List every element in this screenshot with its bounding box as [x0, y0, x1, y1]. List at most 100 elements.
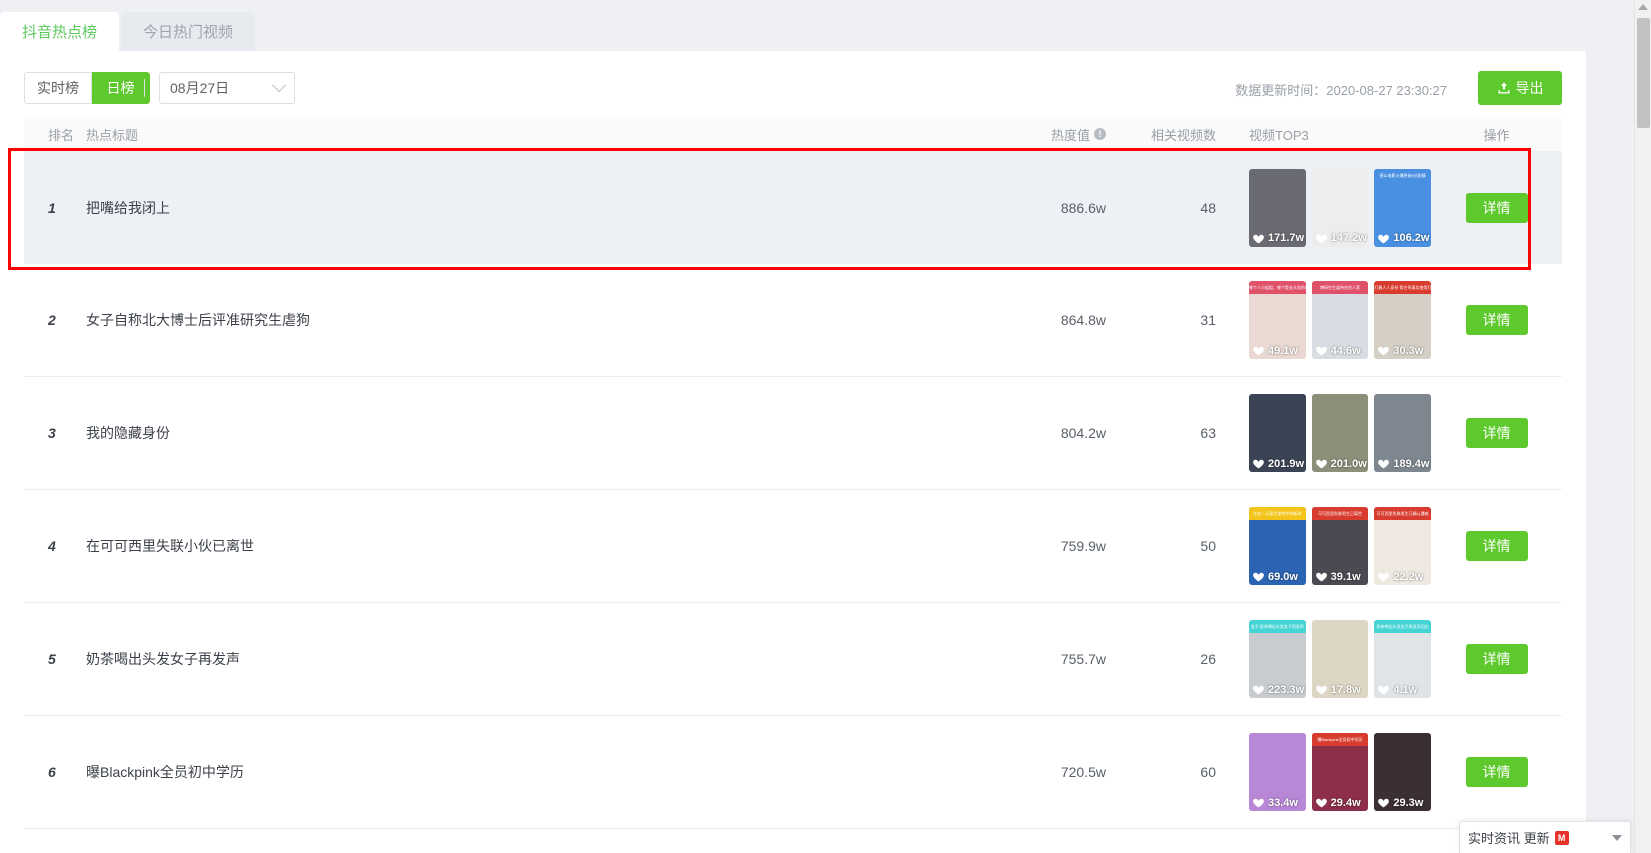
detail-button[interactable]: 详情 [1465, 644, 1528, 674]
heart-icon [1315, 346, 1327, 356]
video-thumbnail[interactable]: 201.9w [1249, 394, 1306, 472]
thumbnail-like-count: 44.6w [1312, 344, 1369, 357]
thumbnail-like-count: 22.2w [1374, 570, 1431, 583]
row-title[interactable]: 女子自称北大博士后评准研究生虐狗 [86, 312, 310, 328]
vertical-scrollbar[interactable] [1634, 0, 1651, 853]
column-header-heat-label: 热度值 [1050, 127, 1090, 143]
detail-button[interactable]: 详情 [1465, 418, 1528, 448]
heart-icon [1378, 234, 1390, 243]
thumbnail-like-count: 33.4w [1249, 796, 1306, 809]
chevron-down-icon[interactable] [1612, 834, 1622, 841]
widget-badge: M [1554, 830, 1569, 845]
column-header-video-count: 相关视频数 [1150, 127, 1216, 143]
table-header: 排名 热点标题 热度值 ! 相关视频数 视频TOP3 操作 [24, 117, 1562, 151]
table-row[interactable]: 1 把嘴给我闭上 886.6w 48 171.7w 147.2w 甚么电影火爆原始5分剧情 1… [24, 151, 1562, 264]
video-thumbnail[interactable]: 17.8w [1311, 620, 1369, 698]
row-title[interactable]: 在可可西里失联小伙已离世 [86, 538, 254, 554]
video-thumbnail[interactable]: 可可西里失联男生已离世 39.1w [1311, 507, 1369, 585]
thumbnail-banner: 在在一天离生里的中到新闻 [1249, 507, 1306, 520]
video-thumbnail[interactable]: 189.4w [1374, 394, 1432, 472]
like-count-value: 17.8w [1330, 683, 1361, 696]
tab-today-videos[interactable]: 今日热门视频 [121, 12, 256, 51]
video-thumbnail[interactable]: 女子 奶茶喝出头发女子再发声 223.3w [1249, 620, 1306, 698]
thumbnail-like-count: 147.2w [1312, 232, 1369, 245]
video-thumbnail[interactable]: 可可西里失联男生已确认遇难 22.2w [1374, 507, 1432, 585]
thumbnail-like-count: 30.3w [1374, 344, 1431, 357]
video-thumbnail[interactable]: 147.2w [1311, 168, 1369, 247]
video-thumbnail[interactable]: 29.3w [1374, 733, 1432, 811]
scrollbar-thumb[interactable] [1637, 18, 1650, 128]
detail-button[interactable]: 详情 [1465, 305, 1528, 335]
detail-button-label: 详情 [1482, 651, 1511, 667]
like-count-value: 22.2w [1393, 570, 1424, 583]
tab-hot-list[interactable]: 抖音热点榜 [0, 12, 120, 51]
thumbnail-like-count: 171.7w [1249, 232, 1306, 245]
table-row[interactable]: 6 曝Blackpink全员初中学历 720.5w 60 33.4w 曝Blackpink… [24, 716, 1562, 829]
video-thumbnail[interactable]: 甚么电影火爆原始5分剧情 106.2w [1374, 168, 1432, 247]
video-thumbnail[interactable]: 哪个人小姐姐、哪个是长头发的哦 49.1w [1249, 281, 1306, 359]
detail-button[interactable]: 详情 [1465, 192, 1528, 223]
video-thumbnail[interactable]: 博研究生虐待在别人家 44.6w [1311, 281, 1369, 359]
thumbnail-banner: 曝Blackpink全员初中学历 [1311, 733, 1369, 746]
segment-daily[interactable]: 日榜 [92, 72, 150, 104]
thumbnail-like-count: 4.1w [1374, 683, 1431, 696]
video-thumbnail[interactable]: 在在一天离生里的中到新闻 69.0w [1249, 507, 1306, 585]
video-thumbnail[interactable]: 奶茶喝出头发女子再发声回应 4.1w [1374, 620, 1432, 698]
realtime-news-widget[interactable]: 实时资讯 更新 M [1459, 821, 1631, 853]
info-icon[interactable]: ! [1094, 128, 1106, 140]
table-row[interactable]: 2 女子自称北大博士后评准研究生虐狗 864.8w 31 哪个人小姐姐、哪个是长头发的哦… [24, 264, 1562, 377]
video-thumbnail[interactable]: 打着人人身份 帮它举真实使用打包机器 30.3w [1374, 281, 1432, 359]
row-heat-value: 759.9w [1060, 538, 1106, 554]
row-title[interactable]: 把嘴给我闭上 [86, 200, 170, 216]
heart-icon [1378, 798, 1390, 808]
like-count-value: 49.1w [1268, 344, 1298, 357]
content-card: 实时榜 日榜 08月27日 数据更新时间：2020-08-27 23:30:27… [0, 51, 1586, 853]
like-count-value: 30.3w [1393, 344, 1424, 357]
scroll-up-arrow-icon[interactable] [1638, 4, 1648, 10]
like-count-value: 29.4w [1330, 796, 1361, 809]
video-thumbnail[interactable]: 171.7w [1249, 168, 1306, 247]
row-video-count: 26 [1200, 651, 1216, 667]
video-thumbnail[interactable]: 曝Blackpink全员初中学历 29.4w [1311, 733, 1369, 811]
segment-realtime[interactable]: 实时榜 [24, 72, 92, 104]
heart-icon [1378, 685, 1390, 695]
table-row[interactable]: 5 奶茶喝出头发女子再发声 755.7w 26 女子 奶茶喝出头发女子再发声 223.3w… [24, 603, 1562, 716]
column-header-title: 热点标题 [86, 127, 139, 143]
heart-icon [1253, 234, 1264, 243]
row-heat-value: 886.6w [1060, 199, 1106, 216]
row-rank: 2 [48, 312, 56, 328]
row-video-count: 60 [1200, 764, 1216, 780]
table-row[interactable]: 4 在可可西里失联小伙已离世 759.9w 50 在在一天离生里的中到新闻 69.0w 可可… [24, 490, 1562, 603]
export-button[interactable]: 导出 [1478, 71, 1562, 105]
row-video-count: 48 [1200, 199, 1216, 216]
row-title[interactable]: 我的隐藏身份 [86, 425, 170, 441]
heart-icon [1253, 798, 1264, 808]
row-heat-value: 755.7w [1060, 651, 1106, 667]
detail-button[interactable]: 详情 [1465, 531, 1528, 561]
thumbnail-like-count: 69.0w [1249, 570, 1306, 583]
detail-button[interactable]: 详情 [1465, 757, 1528, 787]
upload-icon [1497, 82, 1510, 94]
thumbnail-like-count: 201.9w [1249, 457, 1306, 470]
table-row[interactable]: 3 我的隐藏身份 804.2w 63 201.9w 201.0w 189.4w 详情 [24, 377, 1562, 490]
tab-today-videos-label: 今日热门视频 [143, 24, 234, 41]
thumbnail-banner: 可可西里失联男生已确认遇难 [1374, 507, 1432, 520]
row-heat-value: 720.5w [1060, 764, 1106, 780]
like-count-value: 33.4w [1268, 796, 1298, 809]
thumbnail-like-count: 17.8w [1312, 683, 1369, 696]
row-title[interactable]: 奶茶喝出头发女子再发声 [86, 651, 240, 667]
segment-daily-label: 日榜 [106, 80, 135, 96]
thumbnail-like-count: 49.1w [1249, 344, 1306, 357]
video-thumbnail-group: 在在一天离生里的中到新闻 69.0w 可可西里失联男生已离世 39.1w 可可西里失联男… [1249, 507, 1432, 585]
row-title[interactable]: 曝Blackpink全员初中学历 [86, 764, 244, 780]
detail-button-label: 详情 [1482, 538, 1511, 554]
row-video-count: 31 [1200, 312, 1216, 328]
row-rank: 4 [48, 538, 56, 554]
column-header-top3: 视频TOP3 [1249, 127, 1309, 143]
date-picker[interactable]: 08月27日 [159, 72, 295, 104]
row-video-count: 50 [1200, 538, 1216, 554]
video-thumbnail[interactable]: 33.4w [1249, 733, 1306, 811]
video-thumbnail[interactable]: 201.0w [1311, 394, 1369, 472]
like-count-value: 189.4w [1393, 457, 1430, 470]
thumbnail-banner: 可可西里失联男生已离世 [1311, 507, 1369, 520]
